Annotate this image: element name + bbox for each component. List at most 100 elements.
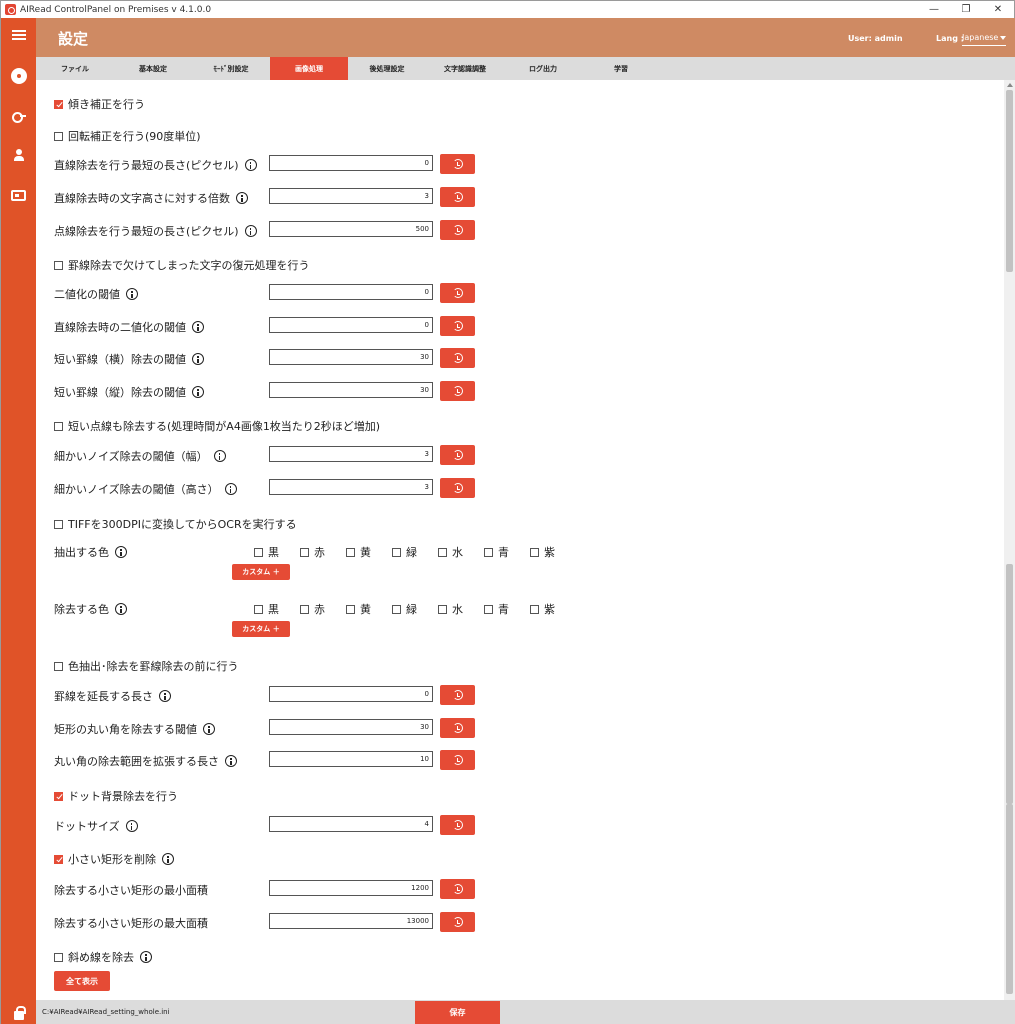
key-icon[interactable] <box>1 105 36 127</box>
info-icon[interactable] <box>213 450 226 462</box>
tab-file[interactable]: ファイル <box>36 57 114 80</box>
gear-icon[interactable] <box>1 65 36 87</box>
line-min-len-input[interactable]: 0 <box>269 155 433 171</box>
info-icon[interactable] <box>115 603 127 615</box>
info-icon[interactable] <box>159 690 171 702</box>
settings-panel: 傾き補正を行う 回転補正を行う(90度単位) 直線除去を行う最短の長さ(ピクセル… <box>36 80 1004 1000</box>
dot-size-input[interactable]: 4 <box>269 816 433 832</box>
tab-basic[interactable]: 基本設定 <box>114 57 192 80</box>
reset-icon <box>452 353 463 363</box>
extract-color-cyan-checkbox[interactable] <box>438 547 447 557</box>
info-icon[interactable] <box>115 546 127 558</box>
info-icon[interactable] <box>126 288 138 300</box>
remove-color-red-checkbox[interactable] <box>300 604 309 614</box>
info-icon[interactable] <box>192 353 204 365</box>
extract-color-yellow-checkbox[interactable] <box>346 547 355 557</box>
extract-color-purple-checkbox[interactable] <box>530 547 539 557</box>
info-icon[interactable] <box>244 225 257 237</box>
info-icon[interactable] <box>140 951 152 963</box>
dot-size-reset-button[interactable] <box>440 815 475 835</box>
small-rect-max-input[interactable]: 13000 <box>269 913 433 929</box>
extract-color-blue-checkbox[interactable] <box>484 547 493 557</box>
user-icon[interactable] <box>1 144 36 166</box>
extract-color-green-checkbox[interactable] <box>392 547 401 557</box>
dot-bg-checkbox[interactable] <box>54 791 63 801</box>
rotate-checkbox[interactable] <box>54 131 63 141</box>
tab-mode[interactable]: ﾓｰﾄﾞ別設定 <box>192 57 270 80</box>
short-h-th-reset-button[interactable] <box>440 348 475 368</box>
remove-color-black-checkbox[interactable] <box>254 604 263 614</box>
scroll-up-icon[interactable] <box>1007 83 1013 87</box>
remove-color-purple-checkbox[interactable] <box>530 604 539 614</box>
remove-color-green-checkbox[interactable] <box>392 604 401 614</box>
line-binarize-th-input[interactable]: 0 <box>269 317 433 333</box>
tab-log[interactable]: ログ出力 <box>504 57 582 80</box>
menu-icon[interactable] <box>1 24 36 46</box>
save-button[interactable]: 保存 <box>415 1001 500 1024</box>
diag-line-checkbox[interactable] <box>54 952 63 962</box>
info-icon[interactable] <box>125 820 138 832</box>
scroll-thumb[interactable] <box>1006 804 1013 994</box>
id-card-icon[interactable] <box>1 184 36 206</box>
remove-color-blue-checkbox[interactable] <box>484 604 493 614</box>
extend-len-input[interactable]: 0 <box>269 686 433 702</box>
tab-recognition[interactable]: 文字認識調整 <box>426 57 504 80</box>
small-rect-checkbox[interactable] <box>54 854 63 864</box>
line-char-ratio-reset-button[interactable] <box>440 187 475 207</box>
restore-icon[interactable]: ❐ <box>950 1 982 18</box>
info-icon[interactable] <box>192 386 204 398</box>
lock-icon[interactable] <box>1 1002 36 1024</box>
remove-custom-button[interactable]: カスタム ＋ <box>232 621 290 637</box>
short-v-th-reset-button[interactable] <box>440 381 475 401</box>
round-corner-th-reset-button[interactable] <box>440 718 475 738</box>
small-rect-min-input[interactable]: 1200 <box>269 880 433 896</box>
vertical-scrollbar[interactable] <box>1004 80 1015 1000</box>
noise-w-input[interactable]: 3 <box>269 446 433 462</box>
noise-w-reset-button[interactable] <box>440 445 475 465</box>
info-icon[interactable] <box>225 755 237 767</box>
noise-h-input[interactable]: 3 <box>269 479 433 495</box>
small-rect-max-reset-button[interactable] <box>440 912 475 932</box>
deskew-checkbox[interactable] <box>54 99 63 109</box>
tab-image-processing[interactable]: 画像処理 <box>270 57 348 80</box>
tab-learning[interactable]: 学習 <box>582 57 660 80</box>
show-all-button[interactable]: 全て表示 <box>54 971 110 991</box>
line-char-ratio-input[interactable]: 3 <box>269 188 433 204</box>
binarize-th-input[interactable]: 0 <box>269 284 433 300</box>
info-icon[interactable] <box>162 853 174 865</box>
scroll-thumb[interactable] <box>1006 564 1013 804</box>
info-icon[interactable] <box>203 723 215 735</box>
info-icon[interactable] <box>192 321 204 333</box>
dotline-min-len-reset-button[interactable] <box>440 220 475 240</box>
short-h-th-input[interactable]: 30 <box>269 349 433 365</box>
tiff300-checkbox[interactable] <box>54 519 63 529</box>
remove-color-cyan-checkbox[interactable] <box>438 604 447 614</box>
round-corner-th-input[interactable]: 30 <box>269 719 433 735</box>
extract-color-black-checkbox[interactable] <box>254 547 263 557</box>
binarize-th-reset-button[interactable] <box>440 283 475 303</box>
noise-h-reset-button[interactable] <box>440 478 475 498</box>
minimize-icon[interactable]: — <box>918 1 950 18</box>
reset-icon <box>452 321 463 331</box>
color-before-checkbox[interactable] <box>54 661 63 671</box>
dotline-min-len-input[interactable]: 500 <box>269 221 433 237</box>
line-min-len-reset-button[interactable] <box>440 154 475 174</box>
short-v-th-input[interactable]: 30 <box>269 382 433 398</box>
round-extend-len-reset-button[interactable] <box>440 750 475 770</box>
remove-color-yellow-checkbox[interactable] <box>346 604 355 614</box>
extend-len-reset-button[interactable] <box>440 685 475 705</box>
close-icon[interactable]: ✕ <box>982 1 1014 18</box>
scroll-thumb[interactable] <box>1006 90 1013 272</box>
info-icon[interactable] <box>236 192 248 204</box>
tab-postprocess[interactable]: 後処理設定 <box>348 57 426 80</box>
info-icon[interactable] <box>244 159 257 171</box>
language-select[interactable]: Japanese <box>962 30 1006 46</box>
small-rect-min-reset-button[interactable] <box>440 879 475 899</box>
line-binarize-th-reset-button[interactable] <box>440 316 475 336</box>
short-dots-checkbox[interactable] <box>54 421 63 431</box>
extract-color-red-checkbox[interactable] <box>300 547 309 557</box>
restore-chars-checkbox[interactable] <box>54 260 63 270</box>
info-icon[interactable] <box>224 483 237 495</box>
round-extend-len-input[interactable]: 10 <box>269 751 433 767</box>
extract-custom-button[interactable]: カスタム ＋ <box>232 564 290 580</box>
